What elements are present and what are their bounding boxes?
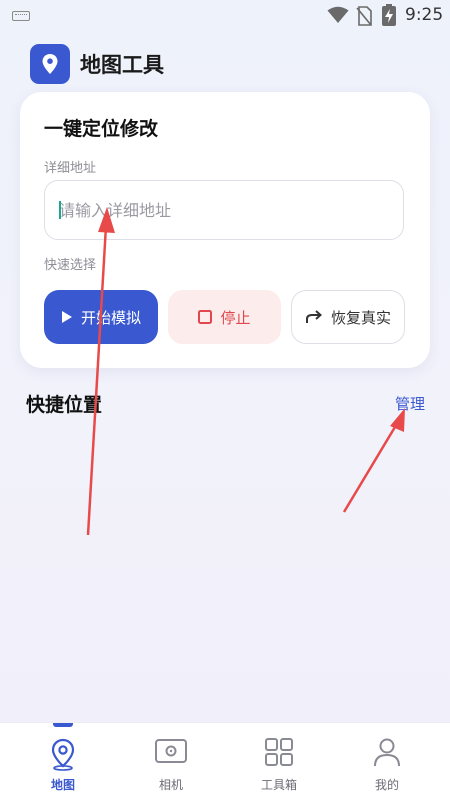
nav-item-map[interactable]: 地图: [7, 723, 119, 800]
card-title: 一键定位修改: [44, 118, 159, 140]
nav-label-camera: 相机: [158, 778, 183, 792]
address-input[interactable]: [44, 180, 404, 240]
start-simulation-button[interactable]: 开始模拟: [44, 290, 158, 344]
restore-real-label: 恢复真实: [330, 308, 391, 327]
address-label: 详细地址: [44, 161, 97, 176]
keyboard-icon: [12, 11, 30, 21]
stop-icon: [198, 310, 213, 324]
profile-icon: [374, 738, 400, 767]
restore-real-button[interactable]: 恢复真实: [291, 290, 405, 344]
quick-select-label: 快速选择: [44, 258, 97, 273]
nav-label-profile: 我的: [374, 778, 399, 792]
toolbox-grid-icon: [265, 738, 293, 766]
wifi-icon: [327, 6, 349, 23]
status-bar: 9:25: [0, 0, 450, 32]
app-title: 地图工具: [80, 53, 164, 77]
nav-label-map: 地图: [50, 778, 75, 792]
location-modify-card: 一键定位修改 详细地址 快速选择 开始模拟 停止 恢复真实: [20, 92, 430, 368]
stop-label: 停止: [220, 308, 251, 327]
stop-button[interactable]: 停止: [168, 290, 281, 344]
nav-item-camera[interactable]: 相机: [115, 723, 227, 800]
nav-item-profile[interactable]: 我的: [331, 723, 443, 800]
camera-icon: [155, 739, 187, 763]
start-simulation-label: 开始模拟: [80, 308, 141, 327]
status-time: 9:25: [405, 5, 444, 25]
active-tab-indicator: [53, 723, 73, 727]
map-pin-icon: [51, 738, 75, 771]
nav-item-toolbox[interactable]: 工具箱: [223, 723, 335, 800]
nav-label-toolbox: 工具箱: [260, 778, 297, 792]
text-caret: [59, 201, 61, 219]
manage-link[interactable]: 管理: [395, 393, 425, 414]
play-icon: [61, 311, 72, 323]
quick-positions-title: 快捷位置: [26, 394, 103, 416]
no-sim-icon: [356, 6, 372, 26]
bottom-nav: 地图 相机 工具箱 我的: [0, 722, 450, 800]
battery-charging-icon: [382, 4, 396, 26]
annotation-arrow-to-manage: [342, 408, 405, 513]
redo-arrow-icon: [305, 310, 322, 323]
location-pin-icon: [42, 54, 58, 74]
app-logo: [30, 44, 70, 84]
